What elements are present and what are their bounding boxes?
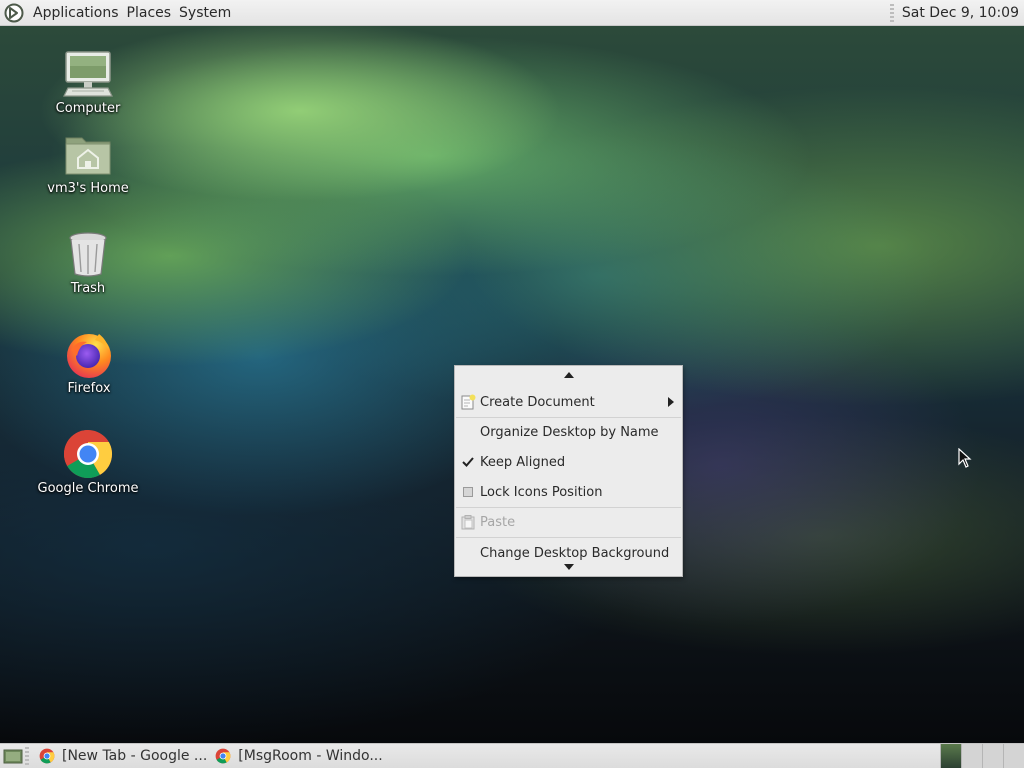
places-menu[interactable]: Places: [123, 0, 176, 26]
menu-item-lock-icons-position[interactable]: Lock Icons Position: [455, 480, 682, 504]
menu-item-label: Organize Desktop by Name: [480, 424, 659, 440]
applications-menu[interactable]: Applications: [29, 0, 123, 26]
chrome-icon: [63, 430, 113, 479]
menu-item-icon-slot: [455, 510, 480, 534]
workspace-1[interactable]: [940, 744, 961, 768]
menu-separator: [456, 417, 681, 418]
submenu-arrow-icon: [668, 397, 674, 407]
workspace-2[interactable]: [961, 744, 982, 768]
firefox-icon: [67, 334, 111, 378]
workspace-4[interactable]: [1003, 744, 1024, 768]
unchecked-checkbox-icon: [462, 487, 473, 497]
top-panel: Applications Places System Sat Dec 9, 10…: [0, 0, 1024, 26]
panel-handle[interactable]: [889, 3, 894, 22]
taskbar-task-new-tab[interactable]: [New Tab - Google ...: [35, 744, 211, 768]
menu-item-label: Paste: [480, 514, 516, 530]
menu-item-icon-slot: [455, 450, 480, 474]
desktop-icon-computer[interactable]: Computer: [28, 48, 148, 116]
workspace-3[interactable]: [982, 744, 1003, 768]
menu-item-icon-slot: [455, 480, 480, 504]
chrome-icon: [39, 748, 55, 764]
show-desktop-icon[interactable]: [3, 747, 23, 765]
mate-logo-icon[interactable]: [4, 3, 24, 23]
menu-item-label: Change Desktop Background: [480, 546, 670, 560]
desktop-icon-label: Trash: [70, 281, 106, 296]
menu-item-icon-slot: [455, 542, 480, 560]
computer-icon: [63, 51, 113, 97]
desktop-icon-firefox[interactable]: Firefox: [29, 328, 149, 396]
menu-item-create-document[interactable]: Create Document: [455, 390, 682, 414]
triangle-down-icon: [563, 564, 574, 570]
paste-icon: [461, 515, 474, 530]
menu-scroll-down-arrow[interactable]: [455, 560, 682, 574]
desktop-context-menu: Create Document Organize Desktop by Name…: [454, 365, 683, 577]
menu-item-paste: Paste: [455, 510, 682, 534]
system-menu[interactable]: System: [175, 0, 235, 26]
bottom-panel: [New Tab - Google ... [MsgRoom - Windo..…: [0, 743, 1024, 768]
desktop-icon-label: Google Chrome: [37, 481, 139, 496]
menu-item-organize-by-name[interactable]: Organize Desktop by Name: [455, 420, 682, 444]
trash-icon: [69, 232, 107, 277]
desktop-icon-trash[interactable]: Trash: [28, 228, 148, 296]
taskbar-task-label: [MsgRoom - Windo...: [238, 748, 383, 764]
workspace-switcher: [940, 744, 1024, 768]
taskbar-handle[interactable]: [25, 747, 29, 765]
desktop-icon-chrome[interactable]: Google Chrome: [28, 428, 148, 496]
menu-separator: [456, 537, 681, 538]
menu-scroll-up-arrow[interactable]: [455, 368, 682, 382]
home-folder-icon: [65, 137, 111, 175]
desktop-icon-label: Firefox: [67, 381, 111, 396]
menu-item-label: Lock Icons Position: [480, 484, 603, 500]
clock[interactable]: Sat Dec 9, 10:09: [902, 5, 1019, 21]
menu-item-keep-aligned[interactable]: Keep Aligned: [455, 450, 682, 474]
taskbar-task-msgroom[interactable]: [MsgRoom - Windo...: [211, 744, 386, 768]
menu-item-change-background[interactable]: Change Desktop Background: [455, 542, 682, 560]
desktop-icon-home[interactable]: vm3's Home: [28, 128, 148, 196]
menu-item-icon-slot: [455, 420, 480, 444]
menu-item-label: Keep Aligned: [480, 454, 566, 470]
new-document-icon: [461, 394, 475, 410]
menu-item-label: Create Document: [480, 394, 595, 410]
menu-item-icon-slot: [455, 390, 480, 414]
triangle-up-icon: [563, 372, 574, 378]
desktop-icon-label: vm3's Home: [47, 181, 129, 196]
menu-separator: [456, 507, 681, 508]
desktop-icon-label: Computer: [55, 101, 121, 116]
checkmark-icon: [461, 457, 474, 467]
taskbar-task-label: [New Tab - Google ...: [62, 748, 208, 764]
chrome-icon: [215, 748, 231, 764]
mouse-pointer-icon: [958, 448, 972, 468]
